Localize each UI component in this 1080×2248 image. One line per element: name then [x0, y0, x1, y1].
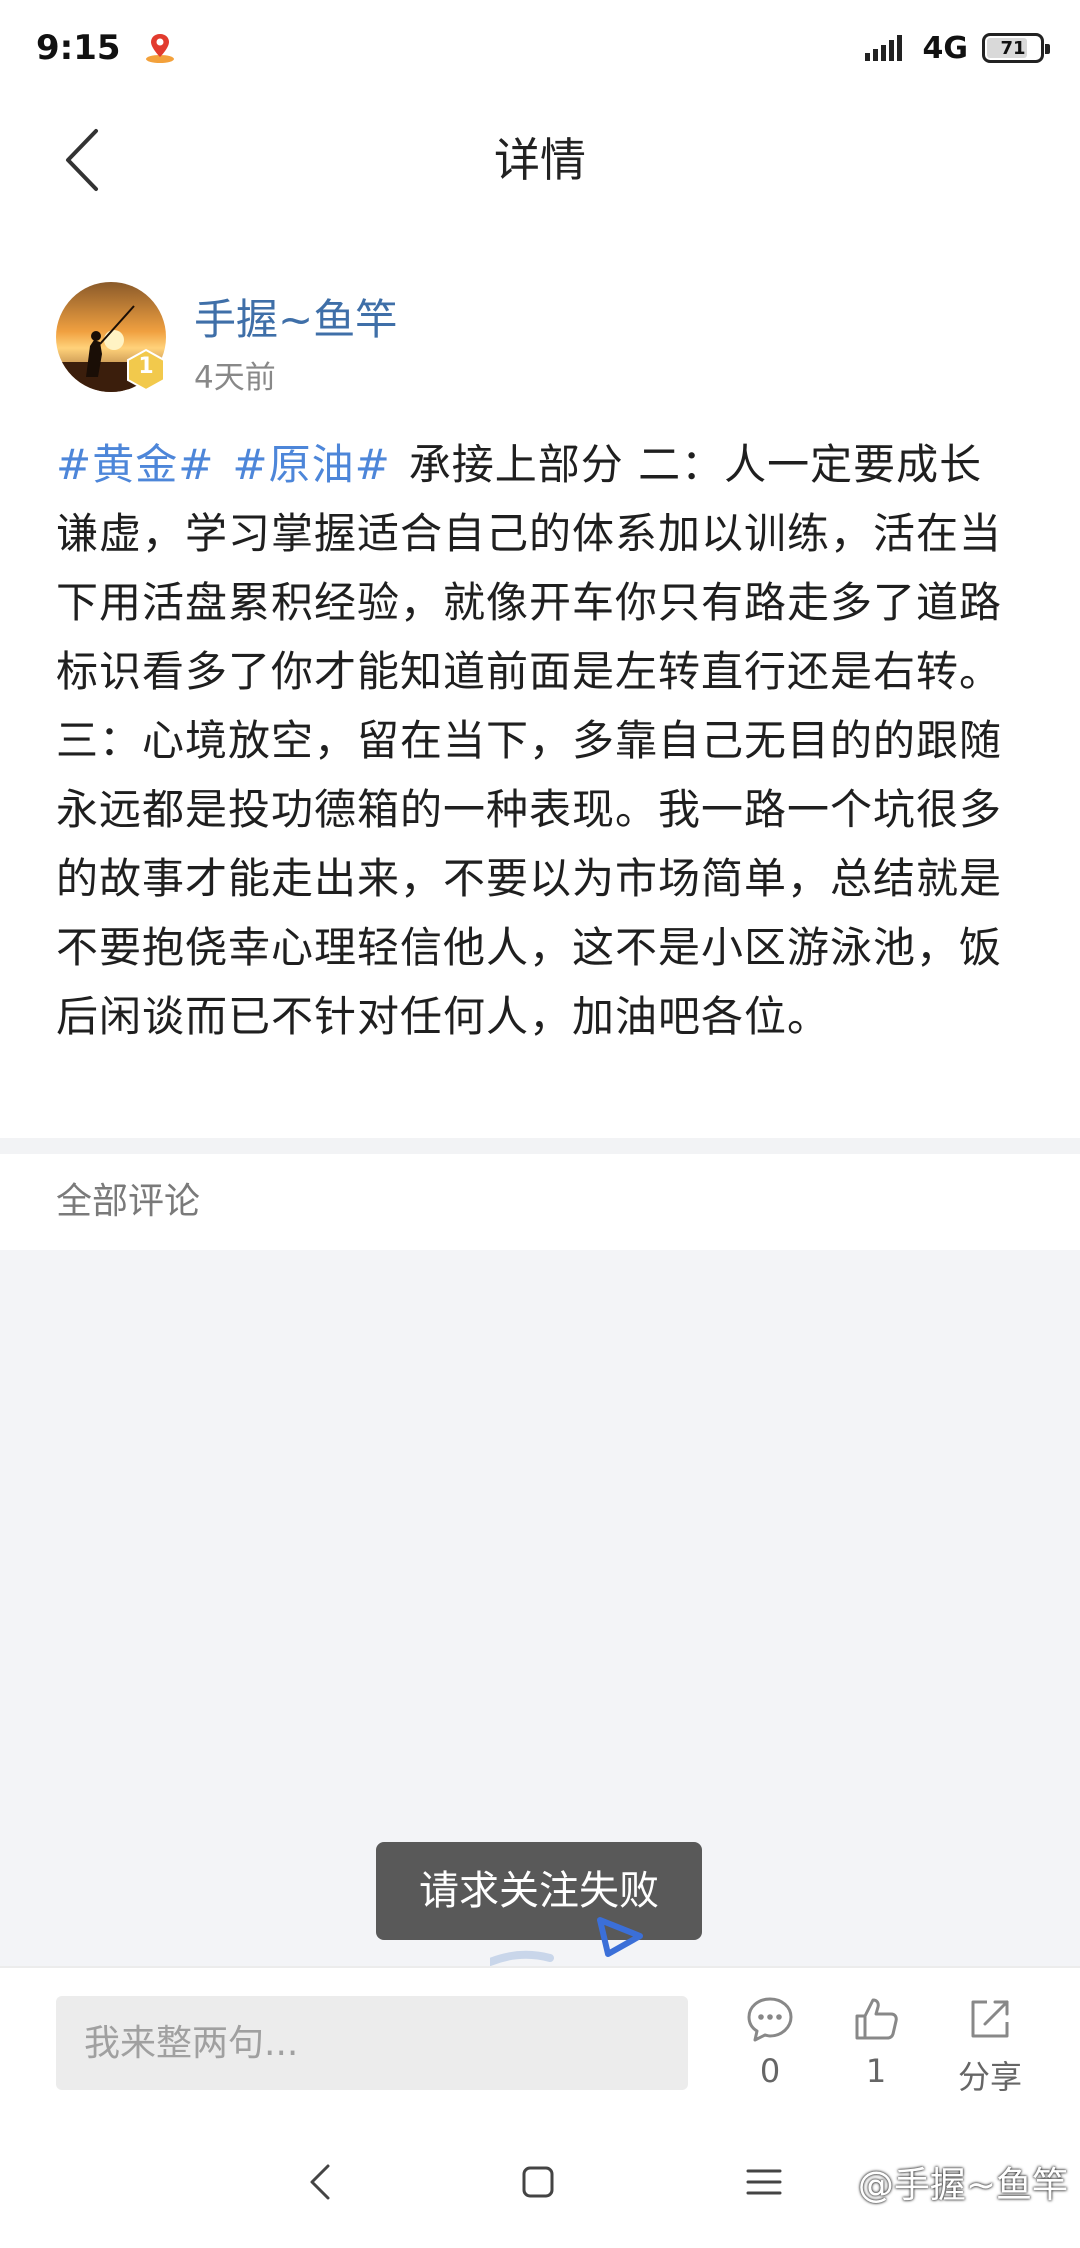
like-count: 1 [865, 2052, 887, 2090]
share-icon [971, 2000, 1009, 2038]
author-name[interactable]: 手握~鱼竿 [194, 286, 397, 347]
hashtag-crude-oil[interactable]: #原油# [232, 440, 390, 489]
comment-input[interactable] [56, 1996, 688, 2090]
status-bar: 9:15 4G 71 [0, 0, 1080, 96]
comment-button[interactable]: 0 [720, 1994, 820, 2090]
nav-back-icon [310, 2164, 330, 2200]
status-time: 9:15 [36, 28, 121, 68]
post-body: #黄金# #原油# 承接上部分 二：人一定要成长谦虚，学习掌握适合自己的体系加以训练… [56, 430, 1024, 1051]
action-bar: 0 1 分享 [0, 1966, 1080, 2116]
status-left: 9:15 [36, 28, 177, 68]
comment-count: 0 [759, 2052, 781, 2090]
page-title: 详情 [494, 133, 586, 187]
post-content: 承接上部分 二：人一定要成长谦虚，学习掌握适合自己的体系加以训练，活在当下用活盘… [56, 440, 1003, 1041]
share-label: 分享 [957, 2058, 1022, 2096]
level-badge: 1 [126, 348, 166, 392]
watermark: @手握~鱼竿 [857, 2165, 1068, 2206]
like-button[interactable]: 1 [826, 1994, 926, 2090]
nav-home-icon [522, 2166, 554, 2198]
speech-bubble-icon [747, 1997, 793, 2042]
share-button[interactable]: 分享 [940, 1994, 1040, 2098]
red-location-pin-icon [143, 31, 177, 65]
system-nav-bar: @手握~鱼竿 [0, 2116, 1080, 2248]
loading-indicator-icon [486, 1914, 650, 1970]
hashtag-gold[interactable]: #黄金# [56, 440, 214, 489]
comments-header: 全部评论 [56, 1181, 201, 1222]
network-type: 4G [922, 30, 969, 66]
post-time: 4天前 [194, 360, 276, 396]
author-block: 1 手握~鱼竿 4天前 [56, 282, 1024, 396]
battery-icon: 71 [982, 33, 1050, 63]
battery-level: 71 [1000, 37, 1026, 59]
nav-menu-button[interactable] [734, 2152, 794, 2212]
thumbs-up-icon [855, 1998, 898, 2040]
nav-home-button[interactable] [508, 2152, 568, 2212]
section-divider [0, 1138, 1080, 1154]
header: 详情 [0, 96, 1080, 224]
level-number: 1 [138, 354, 154, 379]
signal-strength-icon [864, 33, 909, 63]
status-right: 4G 71 [864, 30, 1050, 66]
nav-menu-icon [746, 2169, 782, 2195]
nav-back-button[interactable] [290, 2152, 350, 2212]
